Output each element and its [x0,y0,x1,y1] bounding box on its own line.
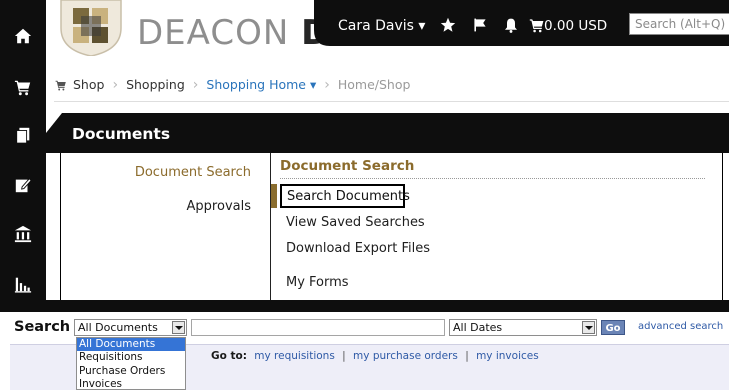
cart-total[interactable]: 0.00 USD [544,18,607,34]
chevron-down-icon[interactable] [172,321,185,334]
go-button[interactable]: Go [601,320,625,335]
edit-icon[interactable] [0,163,46,207]
link-my-requisitions[interactable]: my requisitions [254,350,335,362]
panel-footer-band [46,300,729,312]
cart-icon[interactable] [0,65,46,109]
menu-my-forms[interactable]: My Forms [286,275,349,290]
nav-document-search[interactable]: Document Search [135,165,251,180]
search-label: Search [14,319,71,335]
document-type-dropdown: All Documents Requisitions Purchase Orde… [76,337,186,390]
logo [59,0,123,57]
option-requisitions[interactable]: Requisitions [77,351,185,364]
header-notch [46,113,62,133]
bar-chart-icon[interactable] [0,262,46,306]
advanced-search-link[interactable]: advanced search [638,321,723,332]
bell-icon[interactable] [503,17,519,33]
option-invoices[interactable]: Invoices [77,378,185,390]
active-indicator [271,184,277,208]
chevron-right-icon: › [112,76,119,93]
quick-search-input[interactable] [191,319,445,336]
star-icon[interactable] [440,17,456,33]
flag-icon[interactable] [472,17,488,33]
top-bar: Cara Davis ▾ 0.00 USD Search (Alt+Q) [300,0,729,56]
chevron-right-icon: › [324,76,330,93]
left-nav-rail [0,0,46,312]
document-type-select[interactable]: All Documents [74,319,187,336]
documents-header: Documents [46,113,729,153]
nav-approvals[interactable]: Approvals [187,199,251,214]
separator: | [342,350,346,362]
section-divider [280,178,705,179]
option-purchase-orders[interactable]: Purchase Orders [77,365,185,378]
documents-icon[interactable] [0,113,46,157]
link-my-purchase-orders[interactable]: my purchase orders [353,350,458,362]
breadcrumb-home-shop: Home/Shop [337,77,411,92]
global-search-input[interactable]: Search (Alt+Q) [629,13,729,35]
cart-icon [54,79,68,91]
breadcrumb-shopping[interactable]: Shopping [126,77,185,92]
breadcrumb-shop[interactable]: Shop [73,77,104,92]
option-all-documents[interactable]: All Documents [77,338,185,352]
chevron-down-icon[interactable] [582,321,595,334]
breadcrumb: Shop › Shopping › Shopping Home ▾ › Home… [54,68,729,102]
column-divider [270,153,271,300]
goto-label: Go to: [211,350,247,362]
date-range-select[interactable]: All Dates [449,319,597,336]
chevron-right-icon: › [192,76,199,93]
breadcrumb-shopping-home[interactable]: Shopping Home ▾ [206,77,316,92]
page-title: Documents [72,125,171,143]
user-menu[interactable]: Cara Davis ▾ [338,18,425,34]
cart-icon[interactable] [529,17,545,33]
goto-links: Go to: my requisitions | my purchase ord… [211,350,539,362]
institution-icon[interactable] [0,212,46,256]
home-icon[interactable] [0,14,46,58]
link-my-invoices[interactable]: my invoices [476,350,539,362]
menu-download-export-files[interactable]: Download Export Files [286,241,430,256]
chevron-down-icon: ▾ [309,77,317,92]
menu-view-saved-searches[interactable]: View Saved Searches [286,215,425,230]
menu-search-documents[interactable]: Search Documents [280,184,410,208]
section-title: Document Search [280,158,415,174]
separator: | [465,350,469,362]
